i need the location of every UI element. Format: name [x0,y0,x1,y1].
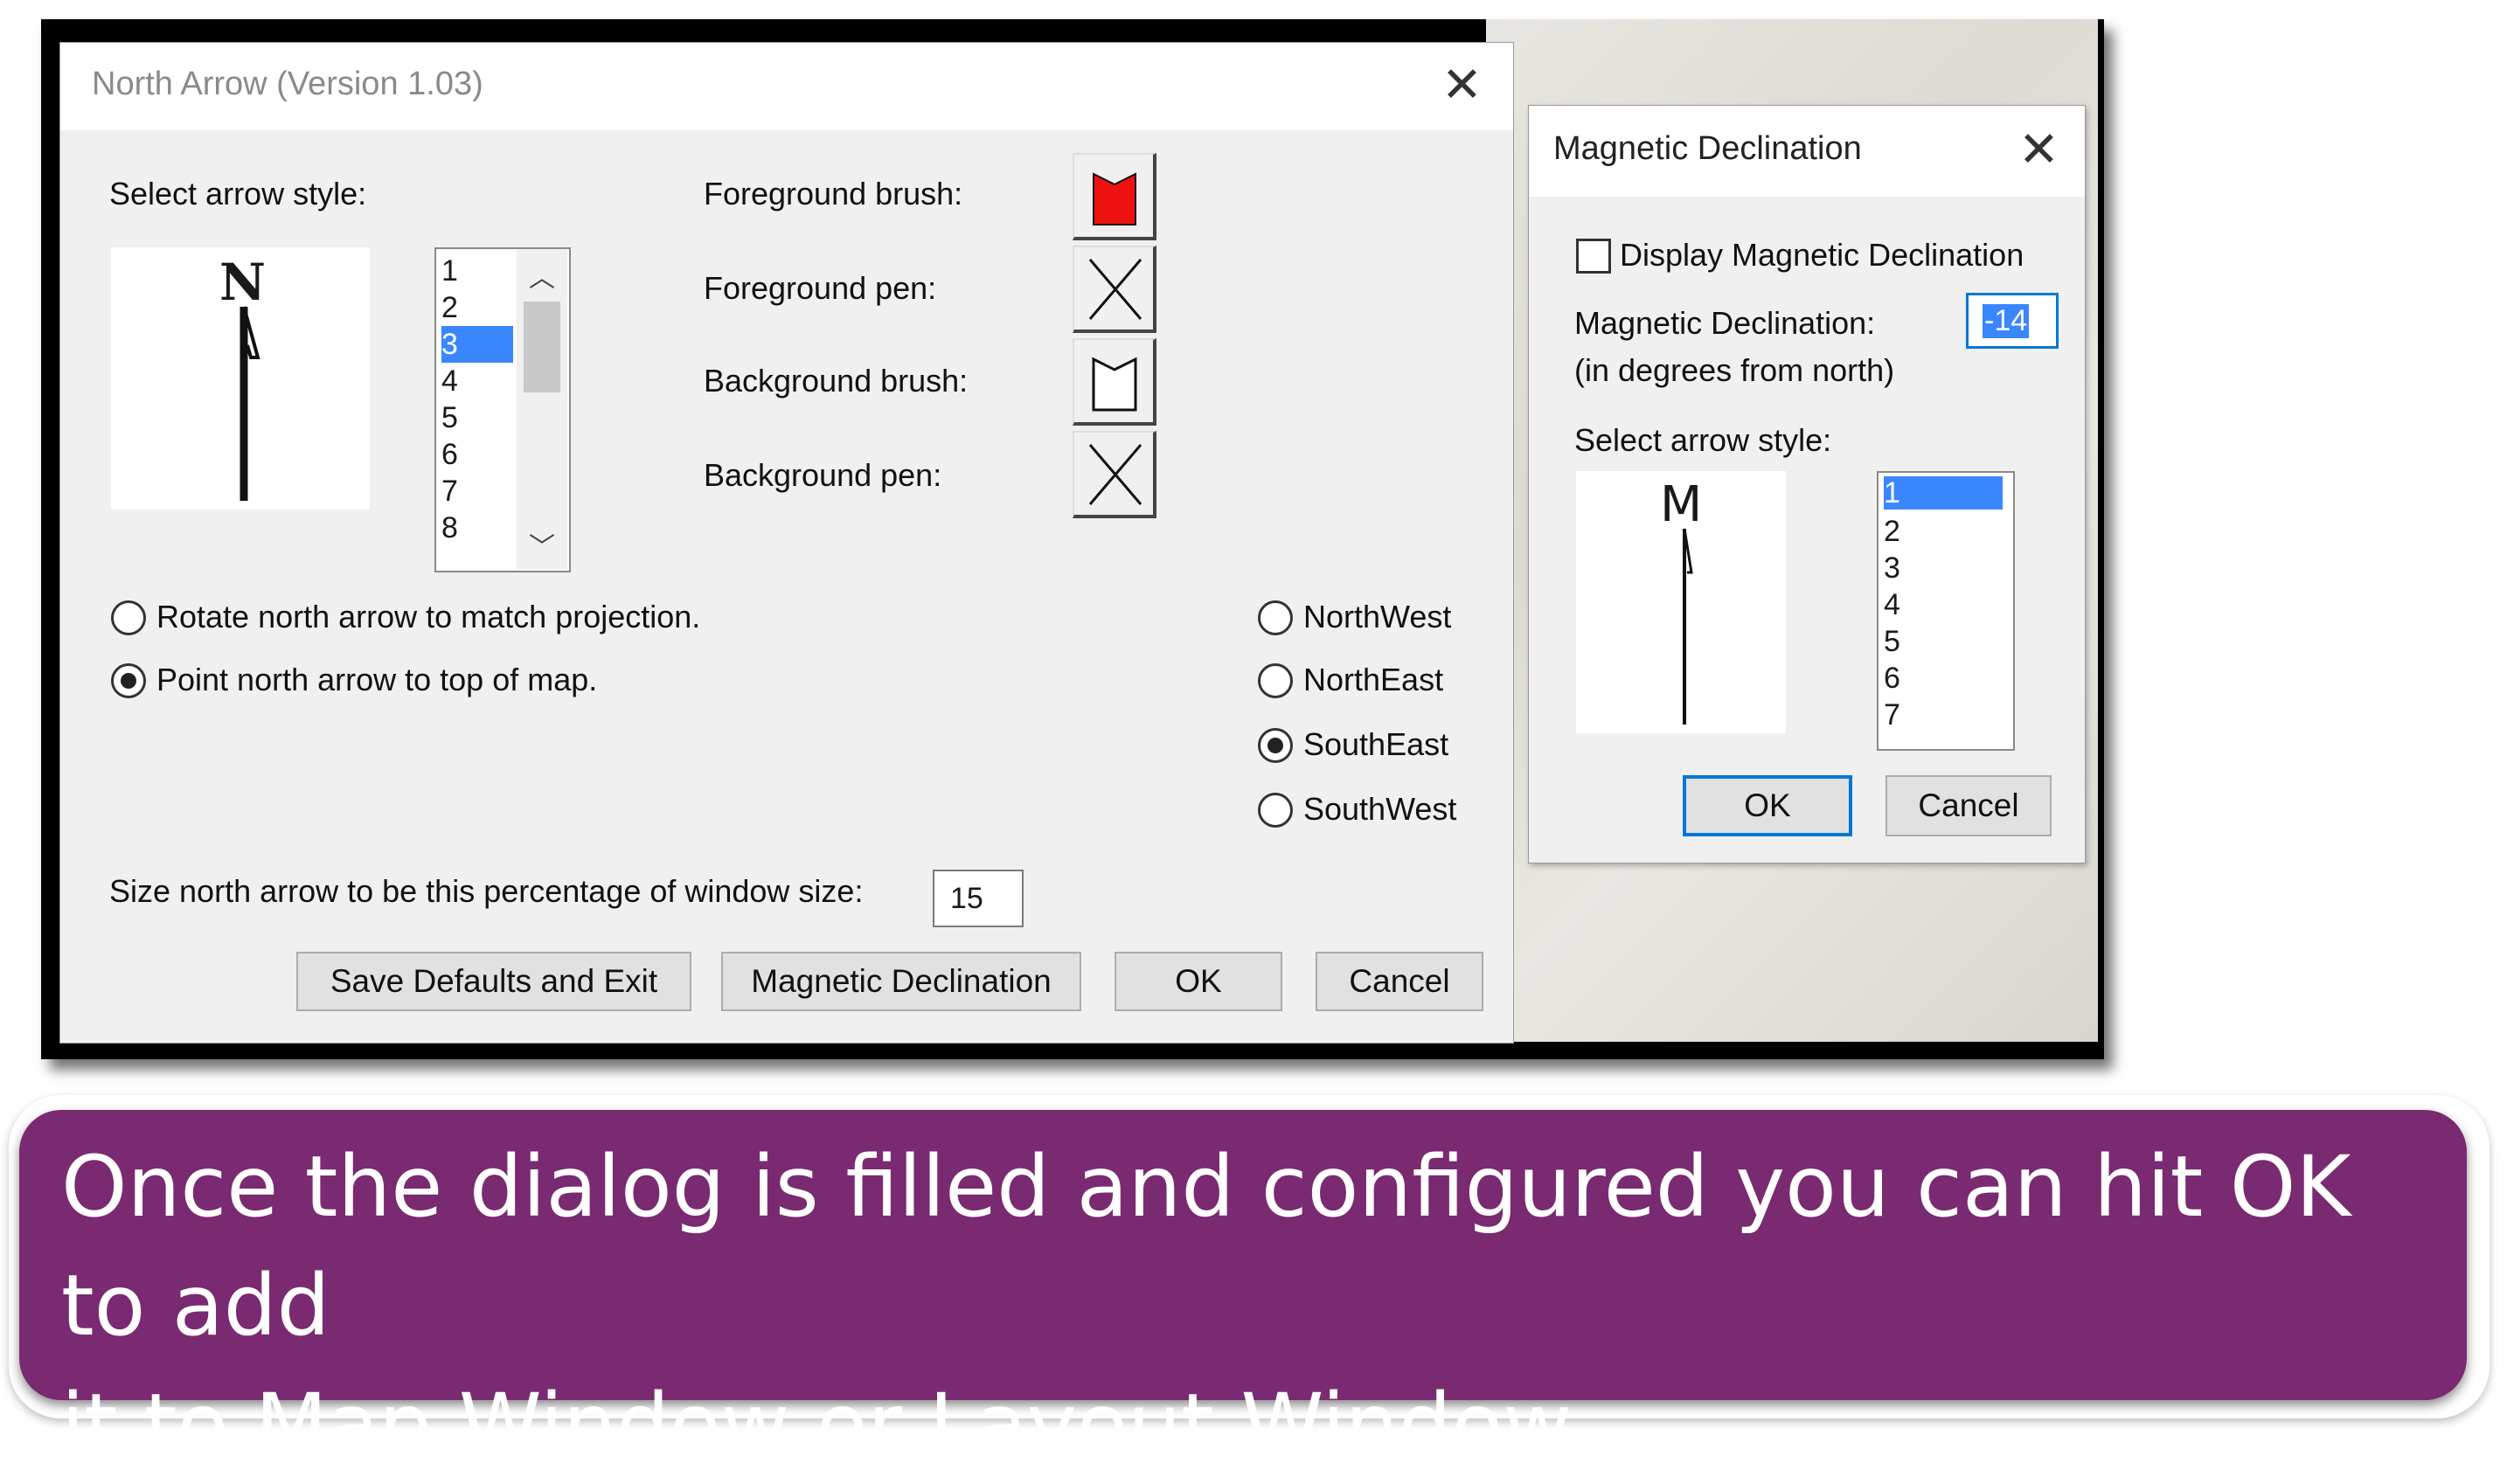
list-item[interactable]: 7 [441,473,513,510]
caption-banner: Once the dialog is filled and configured… [19,1110,2467,1474]
list-item[interactable]: 5 [1884,623,1900,660]
background-brush-button[interactable] [1073,338,1156,426]
magnetic-ok-button[interactable]: OK [1683,775,1852,836]
southeast-label[interactable]: SouthEast [1303,726,1448,763]
southeast-radio[interactable] [1258,728,1293,763]
arrow-style-preview: N [111,247,370,510]
arrow-style-list[interactable]: 1 2 3 4 5 6 7 8 ︿ ﹀ [434,247,571,572]
rotate-north-radio[interactable] [111,600,146,635]
close-icon[interactable]: ✕ [2018,125,2059,174]
declination-input[interactable]: -14 [1966,293,2059,349]
list-item-selected[interactable]: 1 [1884,476,2003,510]
background-pen-button[interactable] [1073,431,1156,518]
list-item[interactable]: 8 [441,510,513,546]
display-declination-checkbox[interactable] [1576,239,1611,274]
size-percentage-input[interactable]: 15 [933,870,1024,927]
foreground-pen-button[interactable] [1073,246,1156,333]
list-item[interactable]: 2 [441,289,513,326]
background-brush-label: Background brush: [704,363,969,399]
foreground-pen-label: Foreground pen: [704,270,937,306]
white-flag-icon [1092,357,1137,412]
select-arrow-style-label: Select arrow style: [1574,422,1832,458]
magnetic-declination-dialog: Magnetic Declination ✕ Display Magnetic … [1528,105,2086,863]
list-scrollbar[interactable]: ︿ ﹀ [517,249,567,569]
point-north-radio[interactable] [111,663,146,698]
southwest-radio[interactable] [1258,793,1293,828]
rotate-north-label[interactable]: Rotate north arrow to match projection. [156,599,700,635]
cancel-button[interactable]: Cancel [1316,952,1483,1011]
north-arrow-icon [240,306,260,501]
magnetic-arrow-icon [1683,528,1693,725]
save-defaults-button[interactable]: Save Defaults and Exit [296,952,691,1011]
foreground-brush-button[interactable] [1073,153,1156,240]
declination-sublabel: (in degrees from north) [1574,352,1895,388]
northeast-radio[interactable] [1258,663,1293,698]
x-pen-icon [1088,259,1142,320]
scroll-thumb[interactable] [524,302,560,392]
magnetic-style-list[interactable]: 1 2 3 4 5 6 7 [1877,471,2015,751]
southwest-label[interactable]: SouthWest [1303,791,1456,828]
dialog-title: Magnetic Declination [1553,130,1862,167]
list-item[interactable]: 3 [1884,550,1900,586]
northwest-label[interactable]: NorthWest [1303,599,1451,635]
northwest-radio[interactable] [1258,600,1293,635]
list-item[interactable]: 6 [1884,660,1900,697]
magnetic-cancel-button[interactable]: Cancel [1885,775,2052,836]
select-arrow-style-label: Select arrow style: [109,176,367,212]
list-item[interactable]: 4 [441,363,513,399]
list-item[interactable]: 2 [1884,513,1900,550]
declination-value: -14 [1983,303,2030,338]
magnetic-titlebar: Magnetic Declination ✕ [1529,106,2085,197]
list-item[interactable]: 6 [441,436,513,473]
red-flag-icon [1093,172,1136,225]
ok-button[interactable]: OK [1115,952,1282,1011]
scroll-up-icon[interactable]: ︿ [529,256,555,295]
close-icon[interactable]: ✕ [1441,60,1483,109]
x-pen-icon [1088,444,1142,505]
point-north-label[interactable]: Point north arrow to top of map. [156,662,597,698]
foreground-brush-label: Foreground brush: [704,176,963,212]
dialog-title: North Arrow (Version 1.03) [92,66,483,102]
list-item[interactable]: 7 [1884,697,1900,733]
list-item[interactable]: 5 [441,399,513,436]
declination-label: Magnetic Declination: [1574,305,1876,341]
scroll-down-icon[interactable]: ﹀ [529,525,555,564]
caption-text: Once the dialog is filled and configured… [61,1138,2351,1474]
size-percentage-label: Size north arrow to be this percentage o… [109,873,864,909]
display-declination-label[interactable]: Display Magnetic Declination [1620,237,2024,274]
northeast-label[interactable]: NorthEast [1303,662,1443,698]
list-item-selected[interactable]: 3 [441,326,513,363]
list-item[interactable]: 4 [1884,586,1900,623]
north-arrow-dialog: North Arrow (Version 1.03) ✕ Select arro… [59,42,1514,1044]
magnetic-arrow-preview: M [1576,471,1786,733]
background-pen-label: Background pen: [704,457,942,493]
list-item[interactable]: 1 [441,253,513,289]
magnetic-declination-button[interactable]: Magnetic Declination [721,952,1081,1011]
north-arrow-titlebar: North Arrow (Version 1.03) ✕ [60,43,1513,130]
